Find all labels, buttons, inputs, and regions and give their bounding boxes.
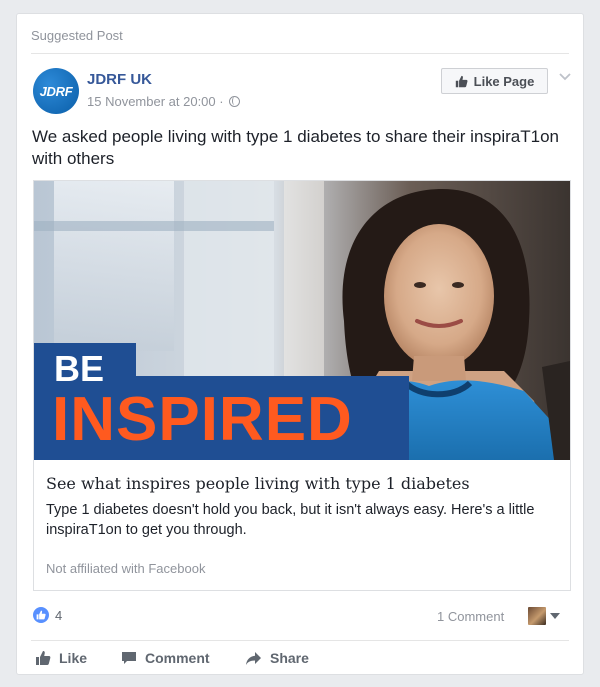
header-divider bbox=[31, 53, 569, 54]
chevron-down-icon[interactable] bbox=[558, 72, 572, 82]
jdrf-logo: JDRF bbox=[39, 83, 73, 99]
thumbs-up-icon bbox=[455, 75, 468, 87]
post-timestamp[interactable]: 15 November at 20:00 · bbox=[87, 94, 224, 109]
thumbs-up-icon bbox=[36, 651, 51, 665]
post-meta: 15 November at 20:00 · bbox=[87, 94, 240, 109]
chevron-down-icon[interactable] bbox=[550, 613, 560, 620]
comment-button[interactable]: Comment bbox=[121, 642, 210, 674]
link-description: Type 1 diabetes doesn't hold you back, b… bbox=[46, 502, 535, 538]
like-page-button[interactable]: Like Page bbox=[441, 68, 548, 94]
suggested-post-label: Suggested Post bbox=[31, 28, 123, 43]
post-text: We asked people living with type 1 diabe… bbox=[32, 127, 559, 168]
comments-count-link[interactable]: 1 Comment bbox=[437, 609, 504, 624]
image-headline-be: BE bbox=[54, 348, 105, 389]
image-headline-inspired: INSPIRED bbox=[52, 385, 353, 454]
share-button[interactable]: Share bbox=[245, 642, 309, 674]
like-label: Like bbox=[59, 650, 88, 666]
commenter-avatar[interactable] bbox=[528, 607, 546, 625]
actions-divider bbox=[31, 640, 569, 641]
like-button[interactable]: Like bbox=[35, 642, 87, 674]
comment-bubble-icon bbox=[122, 652, 136, 664]
link-domain: Not affiliated with Facebook bbox=[46, 561, 206, 576]
like-page-label: Like Page bbox=[473, 73, 535, 89]
share-arrow-icon bbox=[246, 651, 261, 665]
comment-label: Comment bbox=[145, 650, 210, 666]
globe-icon bbox=[228, 96, 240, 107]
link-title[interactable]: See what inspires people living with typ… bbox=[46, 474, 470, 493]
link-preview-body[interactable]: See what inspires people living with typ… bbox=[34, 460, 570, 590]
reaction-summary[interactable]: 4 bbox=[33, 607, 62, 623]
page-name-link[interactable]: JDRF UK bbox=[87, 71, 152, 88]
link-preview-card[interactable]: BE INSPIRED See what inspires people liv… bbox=[33, 180, 571, 591]
post-actions-bar: Like Comment Share bbox=[31, 642, 571, 674]
like-count: 4 bbox=[55, 607, 63, 623]
page-avatar[interactable]: JDRF bbox=[33, 68, 79, 114]
link-preview-image[interactable]: BE INSPIRED bbox=[34, 181, 570, 460]
share-label: Share bbox=[270, 650, 309, 666]
suggested-post-card: Suggested Post JDRF JDRF UK 15 November … bbox=[16, 13, 584, 675]
like-reaction-icon bbox=[33, 607, 49, 623]
